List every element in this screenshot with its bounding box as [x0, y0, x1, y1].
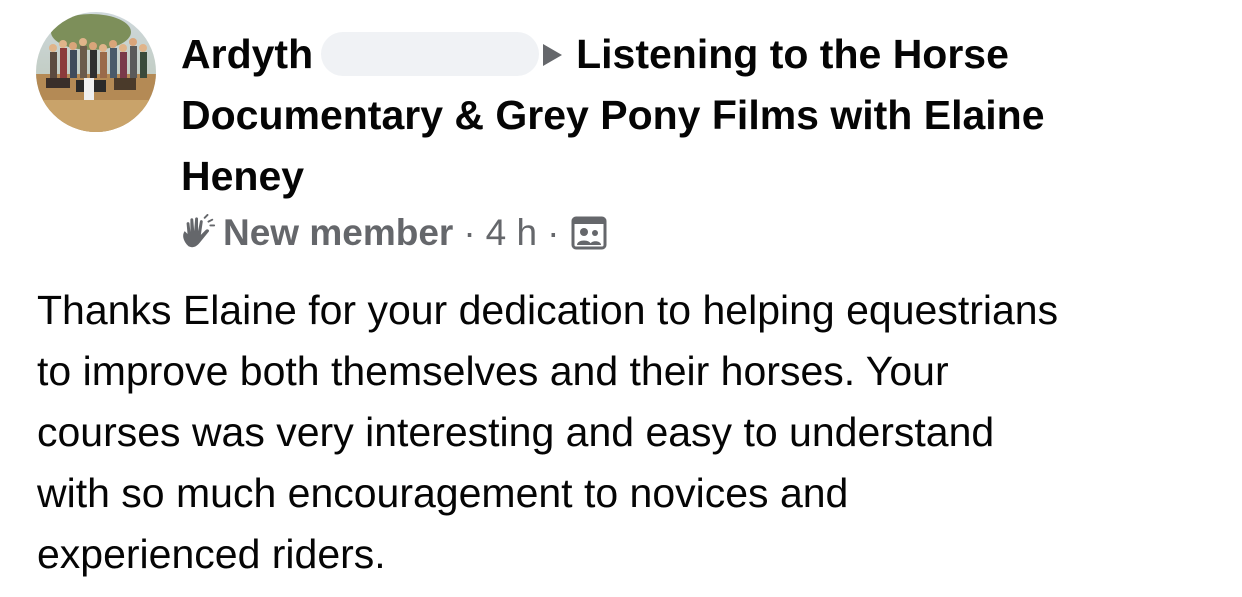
post-body-line: to improve both themselves and their hor…	[37, 348, 949, 394]
post-header: Ardyth Listening to the Horse Documentary…	[181, 24, 1181, 207]
meta-separator: ·	[547, 212, 560, 253]
post-timestamp[interactable]: 4 h	[486, 212, 537, 254]
waving-hand-icon	[183, 214, 216, 248]
author-name[interactable]: Ardyth	[181, 31, 313, 77]
post-body-line: experienced riders.	[37, 531, 386, 577]
avatar-photo	[36, 12, 156, 132]
post-body-line: courses was very interesting and easy to…	[37, 409, 995, 455]
shared-to-arrow-icon	[543, 44, 563, 66]
group-name-line-2[interactable]: Documentary & Grey Pony Films with Elain…	[181, 92, 1045, 138]
redacted-last-name	[321, 32, 540, 76]
group-post: Ardyth Listening to the Horse Documentary…	[0, 0, 1242, 597]
group-members-icon[interactable]	[571, 215, 607, 251]
meta-separator: ·	[463, 212, 476, 253]
author-avatar[interactable]	[36, 12, 156, 132]
post-body-line: Thanks Elaine for your dedication to hel…	[37, 287, 1059, 333]
new-member-badge: New member	[223, 212, 454, 253]
group-name-line-3[interactable]: Heney	[181, 153, 304, 199]
post-body-line: with so much encouragement to novices an…	[37, 470, 849, 516]
group-name-line-1[interactable]: Listening to the Horse	[576, 31, 1009, 77]
post-body: Thanks Elaine for your dedication to hel…	[37, 280, 1217, 585]
post-meta: New member · 4 h ·	[179, 208, 607, 258]
